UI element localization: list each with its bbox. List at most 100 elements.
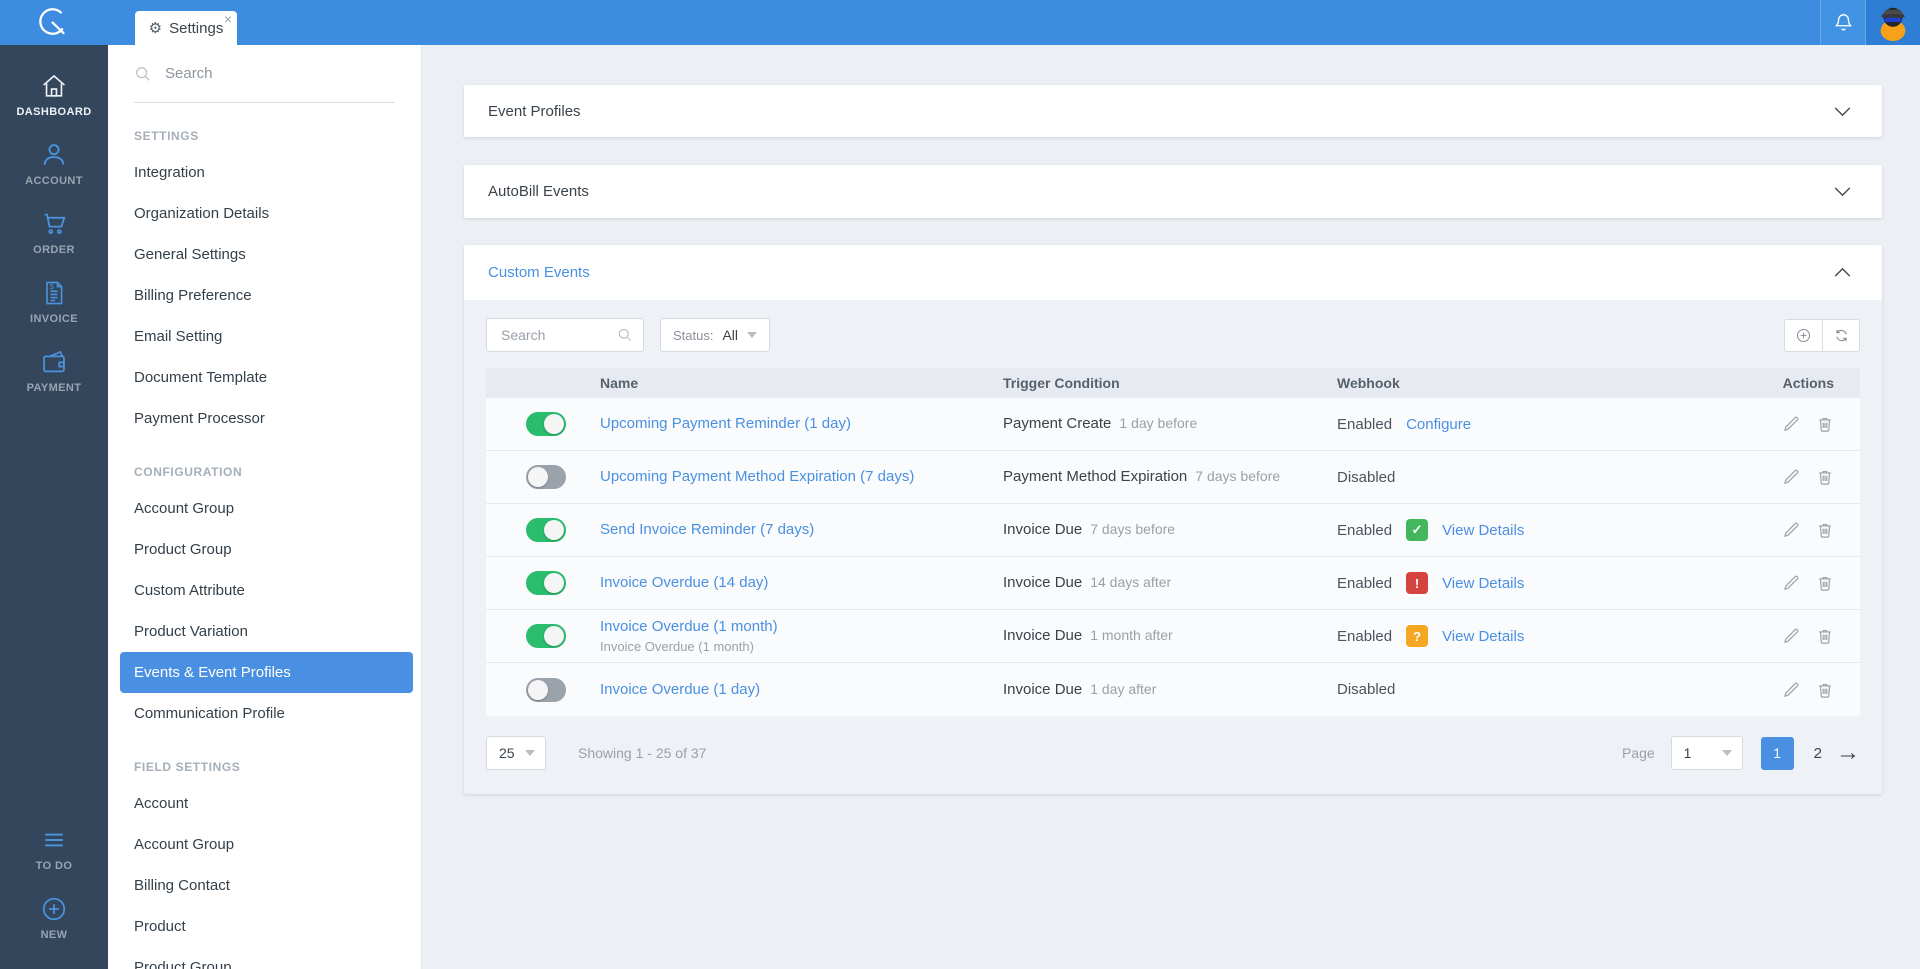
custom-events-header[interactable]: Custom Events <box>464 245 1882 300</box>
column-header-webhook: Webhook <box>1337 375 1400 391</box>
webhook-action-link[interactable]: Configure <box>1406 416 1471 433</box>
sidebar-item-billing-contact[interactable]: Billing Contact <box>108 865 421 906</box>
custom-events-toolbar: Status: All <box>486 318 1860 352</box>
edit-icon[interactable] <box>1782 627 1800 645</box>
sidebar-item-order[interactable]: ORDER <box>0 203 108 263</box>
event-name-link[interactable]: Upcoming Payment Reminder (1 day) <box>600 415 851 432</box>
row-enabled-toggle[interactable] <box>526 465 566 489</box>
status-filter-label: Status: <box>673 327 714 343</box>
toggle-knob <box>544 414 564 434</box>
panel-title: Event Profiles <box>488 102 581 120</box>
sidebar-item-payment-processor[interactable]: Payment Processor <box>108 398 421 439</box>
check-badge-icon: ✓ <box>1406 519 1429 541</box>
avatar <box>1874 3 1912 42</box>
event-name-link[interactable]: Invoice Overdue (14 day) <box>600 574 768 591</box>
edit-icon[interactable] <box>1782 521 1800 539</box>
sidebar-item-integration[interactable]: Integration <box>108 152 421 193</box>
event-name-link[interactable]: Invoice Overdue (1 month) <box>600 618 778 635</box>
page-button-2[interactable]: 2 <box>1814 745 1822 762</box>
table-row: Upcoming Payment Method Expiration (7 da… <box>486 451 1860 504</box>
add-event-button[interactable] <box>1784 318 1822 352</box>
page-number-dropdown[interactable]: 1 <box>1670 736 1743 770</box>
custom-events-body: Status: All <box>464 300 1882 794</box>
main-content: Event Profiles AutoBill Events Custom Ev… <box>422 45 1920 969</box>
page-button-1[interactable]: 1 <box>1760 736 1794 770</box>
close-icon[interactable]: × <box>224 12 232 26</box>
person-icon <box>40 141 68 169</box>
sidebar-item-billing-preference[interactable]: Billing Preference <box>108 275 421 316</box>
sidebar-item-invoice[interactable]: $ INVOICE <box>0 272 108 332</box>
table-search-input[interactable] <box>499 326 617 344</box>
settings-menu-sections: SETTINGS Integration Organization Details G… <box>108 129 421 969</box>
brand-logo-icon[interactable] <box>24 0 82 45</box>
sidebar-item-account-group[interactable]: Account Group <box>108 488 421 529</box>
event-name-link[interactable]: Invoice Overdue (1 day) <box>600 681 760 698</box>
trigger-detail: 1 month after <box>1090 627 1173 643</box>
tab-settings[interactable]: ⚙ Settings × <box>135 11 237 45</box>
edit-icon[interactable] <box>1782 415 1800 433</box>
panel-event-profiles[interactable]: Event Profiles <box>464 85 1882 137</box>
sidebar-item-label: PAYMENT <box>26 382 82 394</box>
table-row: Upcoming Payment Reminder (1 day) Payment… <box>486 398 1860 451</box>
delete-icon[interactable] <box>1816 468 1834 486</box>
sidebar-item-payment[interactable]: PAYMENT <box>0 341 108 401</box>
row-enabled-toggle[interactable] <box>526 571 566 595</box>
invoice-icon: $ <box>40 279 68 307</box>
caret-down-icon <box>747 332 758 338</box>
webhook-action-link[interactable]: View Details <box>1442 628 1524 645</box>
edit-icon[interactable] <box>1782 681 1800 699</box>
refresh-icon <box>1835 329 1847 341</box>
edit-icon[interactable] <box>1782 574 1800 592</box>
row-enabled-toggle[interactable] <box>526 624 566 648</box>
sidebar-item-product[interactable]: Product <box>108 906 421 947</box>
delete-icon[interactable] <box>1816 415 1834 433</box>
webhook-action-link[interactable]: View Details <box>1442 522 1524 539</box>
panel-autobill-events[interactable]: AutoBill Events <box>464 165 1882 218</box>
sidebar-item-document-template[interactable]: Document Template <box>108 357 421 398</box>
sidebar-item-account[interactable]: ACCOUNT <box>0 134 108 194</box>
status-filter-dropdown[interactable]: Status: All <box>660 318 771 352</box>
delete-icon[interactable] <box>1816 574 1834 592</box>
delete-icon[interactable] <box>1816 521 1834 539</box>
sidebar-item-communication-profile[interactable]: Communication Profile <box>108 693 421 734</box>
event-name-link[interactable]: Send Invoice Reminder (7 days) <box>600 521 814 538</box>
sidebar-item-product-variation[interactable]: Product Variation <box>108 611 421 652</box>
menu-icon <box>40 826 68 854</box>
tab-label: Settings <box>169 19 224 37</box>
sidebar-item-product-group[interactable]: Product Group <box>108 947 421 969</box>
sidebar-item-new[interactable]: NEW <box>0 888 108 948</box>
sidebar-item-general-settings[interactable]: General Settings <box>108 234 421 275</box>
menu-search-input[interactable] <box>163 64 395 83</box>
sidebar-item-label: ACCOUNT <box>25 175 83 187</box>
sidebar-item-events-event-profiles[interactable]: Events & Event Profiles <box>120 652 413 693</box>
sidebar-item-account[interactable]: Account <box>108 783 421 824</box>
chevron-down-icon[interactable] <box>1833 186 1852 197</box>
sidebar-item-email-setting[interactable]: Email Setting <box>108 316 421 357</box>
row-enabled-toggle[interactable] <box>526 412 566 436</box>
chevron-down-icon[interactable] <box>1833 106 1852 117</box>
sidebar-item-product-group[interactable]: Product Group <box>108 529 421 570</box>
sidebar-item-label: DASHBOARD <box>16 106 92 118</box>
chevron-up-icon[interactable] <box>1833 267 1852 278</box>
sidebar-item-custom-attribute[interactable]: Custom Attribute <box>108 570 421 611</box>
webhook-status: Enabled <box>1337 574 1393 592</box>
row-enabled-toggle[interactable] <box>526 677 566 702</box>
sidebar-item-organization-details[interactable]: Organization Details <box>108 193 421 234</box>
user-avatar[interactable] <box>1866 0 1920 45</box>
next-page-arrow-icon[interactable]: → <box>1836 741 1860 765</box>
delete-icon[interactable] <box>1816 627 1834 645</box>
refresh-button[interactable] <box>1822 318 1860 352</box>
row-enabled-toggle[interactable] <box>526 518 566 542</box>
delete-icon[interactable] <box>1816 681 1834 699</box>
sidebar-item-dashboard[interactable]: DASHBOARD <box>0 65 108 125</box>
edit-icon[interactable] <box>1782 468 1800 486</box>
column-header-name: Name <box>600 375 639 391</box>
sidebar-item-account-group[interactable]: Account Group <box>108 824 421 865</box>
notifications-button[interactable] <box>1820 0 1866 45</box>
page-size-dropdown[interactable]: 25 <box>486 736 546 770</box>
event-name-link[interactable]: Upcoming Payment Method Expiration (7 da… <box>600 468 914 485</box>
webhook-action-link[interactable]: View Details <box>1442 575 1524 592</box>
search-icon <box>136 66 150 81</box>
left-sidebar-items: DASHBOARD ACCOUNT ORDER $ INVOICE PAYMENT <box>0 65 108 410</box>
sidebar-item-to-do[interactable]: TO DO <box>0 819 108 879</box>
